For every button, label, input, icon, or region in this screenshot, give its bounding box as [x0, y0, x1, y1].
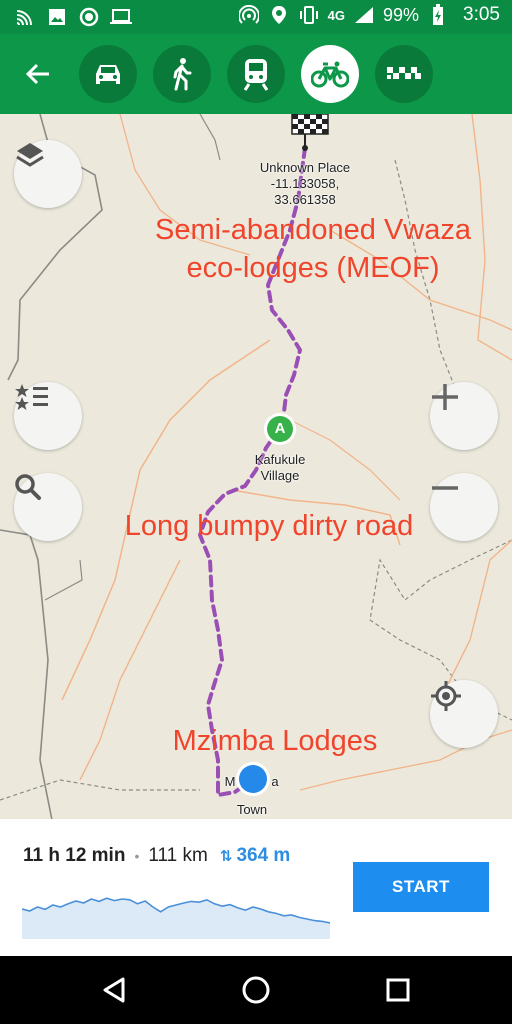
- pedestrian-icon: [173, 58, 192, 91]
- clock: 3:05: [463, 4, 500, 25]
- taxi-icon: [387, 67, 421, 79]
- route-climb: ⇅ 364 m: [220, 845, 290, 867]
- mode-taxi-button[interactable]: [375, 45, 433, 103]
- zoom-out-icon: [432, 486, 458, 490]
- elevation-profile-chart[interactable]: [22, 879, 330, 939]
- image-icon: [46, 6, 68, 28]
- zoom-in-button[interactable]: [430, 382, 498, 450]
- mode-bicycle-button[interactable]: [301, 45, 359, 103]
- annotation-destination-line1: Semi-abandoned Vwaza: [155, 214, 471, 246]
- zoom-in-icon: [432, 384, 458, 410]
- car-icon: [96, 65, 120, 84]
- signal-icon: [353, 4, 375, 26]
- separator-dot: •: [134, 848, 140, 864]
- waypoint-label: Kafukule Village: [230, 452, 330, 484]
- annotation-road: Long bumpy dirty road: [124, 510, 414, 542]
- home-circle-icon: [242, 976, 270, 1004]
- waypoint-name-1: Kafukule: [254, 452, 306, 467]
- train-icon: [243, 59, 269, 91]
- circle-notification-icon: [78, 6, 100, 28]
- destination-coords-1: -11.133058,: [270, 176, 340, 191]
- destination-name: Unknown Place: [259, 160, 351, 175]
- route-duration: 11 h 12 min: [23, 845, 126, 866]
- route-climb-value: 364 m: [236, 845, 291, 866]
- mode-walk-button[interactable]: [153, 45, 211, 103]
- arrow-left-icon: [25, 63, 49, 85]
- location-icon: [268, 4, 290, 26]
- mode-transit-button[interactable]: [227, 45, 285, 103]
- hotspot-icon: [238, 4, 260, 26]
- route-summary-panel: 11 h 12 min • 111 km ⇅ 364 m START: [0, 819, 512, 956]
- battery-percent: 99%: [382, 4, 420, 25]
- destination-coords-2: 33.661358: [274, 192, 336, 207]
- back-button[interactable]: [18, 54, 58, 94]
- route-distance: 111 km: [148, 845, 208, 866]
- battery-charging-icon: [427, 4, 449, 26]
- waypoint-name-2: Village: [260, 468, 300, 483]
- layers-icon: [16, 143, 44, 167]
- nav-recents-button[interactable]: [380, 972, 416, 1008]
- mode-car-button[interactable]: [79, 45, 137, 103]
- bookmarks-button[interactable]: [14, 382, 82, 450]
- laptop-icon: [110, 6, 132, 28]
- origin-sublabel: Town: [236, 802, 268, 817]
- start-button[interactable]: START: [353, 862, 489, 912]
- back-triangle-icon: [103, 977, 125, 1003]
- nav-home-button[interactable]: [238, 972, 274, 1008]
- my-location-icon: [431, 681, 461, 711]
- annotation-destination: Semi-abandoned Vwaza eco-lodges (MEOF): [128, 211, 498, 287]
- current-location-marker: [236, 762, 270, 796]
- nav-back-button[interactable]: [96, 972, 132, 1008]
- layers-button[interactable]: [14, 140, 82, 208]
- zoom-out-button[interactable]: [430, 473, 498, 541]
- search-button[interactable]: [14, 473, 82, 541]
- destination-label: Unknown Place -11.133058, 33.661358: [230, 160, 380, 208]
- system-nav-bar: [0, 956, 512, 1024]
- up-down-arrows-icon: ⇅: [219, 848, 233, 865]
- annotation-origin: Mzimba Lodges: [172, 725, 378, 757]
- route-mode-toolbar: [0, 34, 512, 114]
- search-icon: [15, 474, 41, 500]
- bicycle-icon: [311, 61, 349, 88]
- vibrate-icon: [298, 4, 320, 26]
- origin-label-start: M: [224, 774, 236, 789]
- origin-label-end: a: [271, 774, 279, 789]
- recents-square-icon: [386, 978, 410, 1002]
- cast-icon: [14, 6, 36, 28]
- annotation-destination-line2: eco-lodges (MEOF): [186, 252, 440, 284]
- waypoint-letter: A: [274, 420, 286, 437]
- network-type: 4G: [327, 7, 345, 23]
- status-bar: 4G 99% 3:05: [0, 0, 512, 34]
- map-view[interactable]: A Unknown Place -11.133058, 33.661358 Ka…: [0, 114, 512, 820]
- bookmarks-icon: [15, 384, 48, 410]
- route-stats: 11 h 12 min • 111 km ⇅ 364 m: [23, 845, 290, 867]
- my-location-button[interactable]: [430, 680, 498, 748]
